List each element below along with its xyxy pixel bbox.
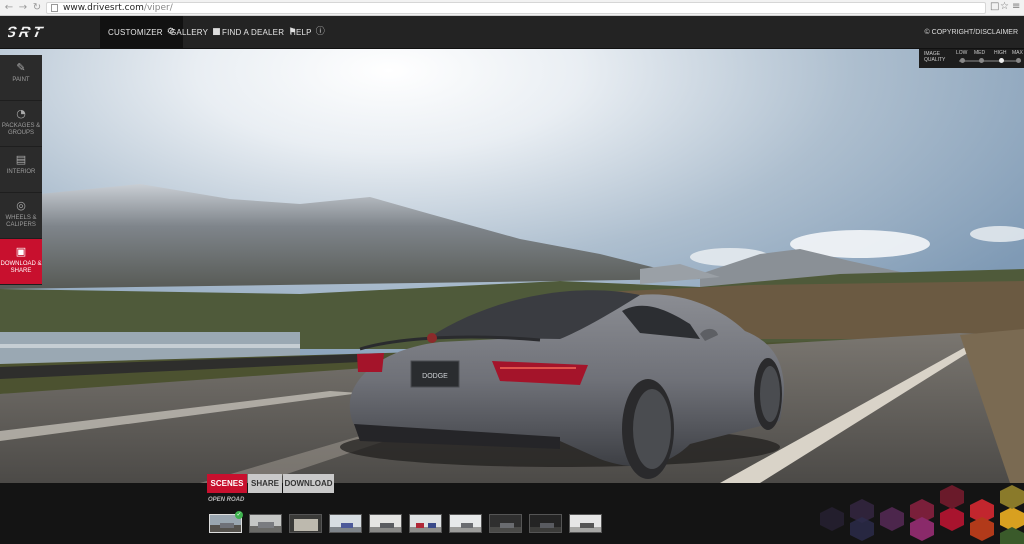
scene-illustration: DODGE — [0, 49, 1024, 483]
quality-dot-high[interactable] — [999, 58, 1004, 63]
scene-thumbnail[interactable] — [449, 514, 482, 533]
scene-thumbnail[interactable] — [369, 514, 402, 533]
copyright-link[interactable]: © COPYRIGHT/DISCLAIMER — [925, 16, 1018, 49]
scene-thumbnail[interactable] — [249, 514, 282, 533]
scene-thumbnail[interactable] — [529, 514, 562, 533]
scene-thumbnail[interactable] — [489, 514, 522, 533]
info-icon: ⓘ — [315, 27, 325, 37]
sidebar-item-packages[interactable]: ◔ PACKAGES & GROUPS — [0, 101, 42, 147]
star-icon[interactable]: ☆ — [1000, 1, 1009, 12]
quality-level-high[interactable]: HIGH — [994, 50, 1007, 56]
quality-levels: LOW MED HIGH MAX — [956, 50, 1023, 57]
tab-download[interactable]: DOWNLOAD — [283, 474, 334, 493]
forward-arrow-icon[interactable]: → — [16, 1, 30, 15]
paint-icon: ✎ — [16, 61, 26, 74]
wheel-icon: ◎ — [16, 199, 26, 212]
car-scene[interactable]: DODGE — [0, 49, 1024, 483]
sidebar-item-interior[interactable]: ▤ INTERIOR — [0, 147, 42, 193]
quality-level-low[interactable]: LOW — [956, 50, 967, 56]
image-quality-label: IMAGE QUALITY — [924, 51, 946, 63]
scene-thumbnail[interactable] — [329, 514, 362, 533]
seat-icon: ▤ — [15, 153, 27, 166]
gauge-icon: ◔ — [16, 107, 26, 120]
tab-share[interactable]: SHARE — [248, 474, 282, 493]
quality-level-med[interactable]: MED — [974, 50, 985, 56]
sidebar-item-label: DOWNLOAD & SHARE — [0, 261, 42, 274]
reload-icon[interactable]: ↻ — [30, 1, 44, 15]
image-quality-panel: IMAGE QUALITY LOW MED HIGH MAX — [919, 49, 1024, 68]
browser-toolbar: ← → ↻ www.drivesrt.com/viper/ □ ☆ ≡ — [0, 0, 1024, 16]
camera-icon: ▣ — [15, 245, 27, 258]
color-swatch-pattern — [790, 483, 1024, 544]
quality-level-max[interactable]: MAX — [1012, 50, 1023, 56]
nav-customizer-label: CUSTOMIZER — [108, 28, 163, 37]
nav-find-dealer-label: FIND A DEALER — [222, 28, 285, 37]
sidebar-item-wheels[interactable]: ◎ WHEELS & CALIPERS — [0, 193, 42, 239]
sidebar-item-label: WHEELS & CALIPERS — [5, 215, 37, 228]
nav-gallery-label: GALLERY — [170, 28, 209, 37]
scene-thumbnail[interactable] — [409, 514, 442, 533]
address-bar[interactable]: www.drivesrt.com/viper/ — [46, 2, 986, 14]
quality-dot-low[interactable] — [960, 58, 965, 63]
sidebar-item-label: PACKAGES & GROUPS — [1, 123, 41, 136]
url-host: www.drivesrt.com — [63, 3, 144, 13]
bottom-panel: SCENES SHARE DOWNLOAD OPEN ROAD ✓ — [0, 474, 1024, 544]
scene-name: OPEN ROAD — [208, 497, 245, 503]
zoom-icon[interactable]: □ — [990, 1, 999, 12]
quality-slider-track[interactable] — [959, 60, 1021, 62]
quality-dot-med[interactable] — [979, 58, 984, 63]
license-plate-text: DODGE — [422, 373, 448, 380]
sidebar-item-paint[interactable]: ✎ PAINT — [0, 55, 42, 101]
nav-help-label: HELP — [290, 28, 312, 37]
scene-thumbnail[interactable] — [289, 514, 322, 533]
scene-thumbnail[interactable] — [569, 514, 602, 533]
sidebar-item-label: PAINT — [12, 77, 30, 83]
quality-dot-max[interactable] — [1016, 58, 1021, 63]
nav-help[interactable]: HELP ⓘ — [282, 16, 333, 49]
logo-text: SRT — [8, 24, 47, 40]
page-icon — [51, 4, 58, 12]
tab-scenes[interactable]: SCENES — [207, 474, 247, 493]
sidebar-item-download-share[interactable]: ▣ DOWNLOAD & SHARE — [0, 239, 42, 285]
sidebar-item-label: INTERIOR — [6, 169, 36, 175]
customizer-sidebar: ✎ PAINT ◔ PACKAGES & GROUPS ▤ INTERIOR ◎… — [0, 55, 42, 285]
selected-check-icon: ✓ — [235, 511, 243, 519]
url-path: /viper/ — [143, 3, 173, 13]
top-navigation: SRT CUSTOMIZER ⚙ GALLERY ■ FIND A DEALER… — [0, 16, 1024, 49]
back-arrow-icon[interactable]: ← — [2, 1, 16, 15]
menu-icon[interactable]: ≡ — [1012, 1, 1020, 12]
srt-logo[interactable]: SRT — [8, 24, 92, 40]
